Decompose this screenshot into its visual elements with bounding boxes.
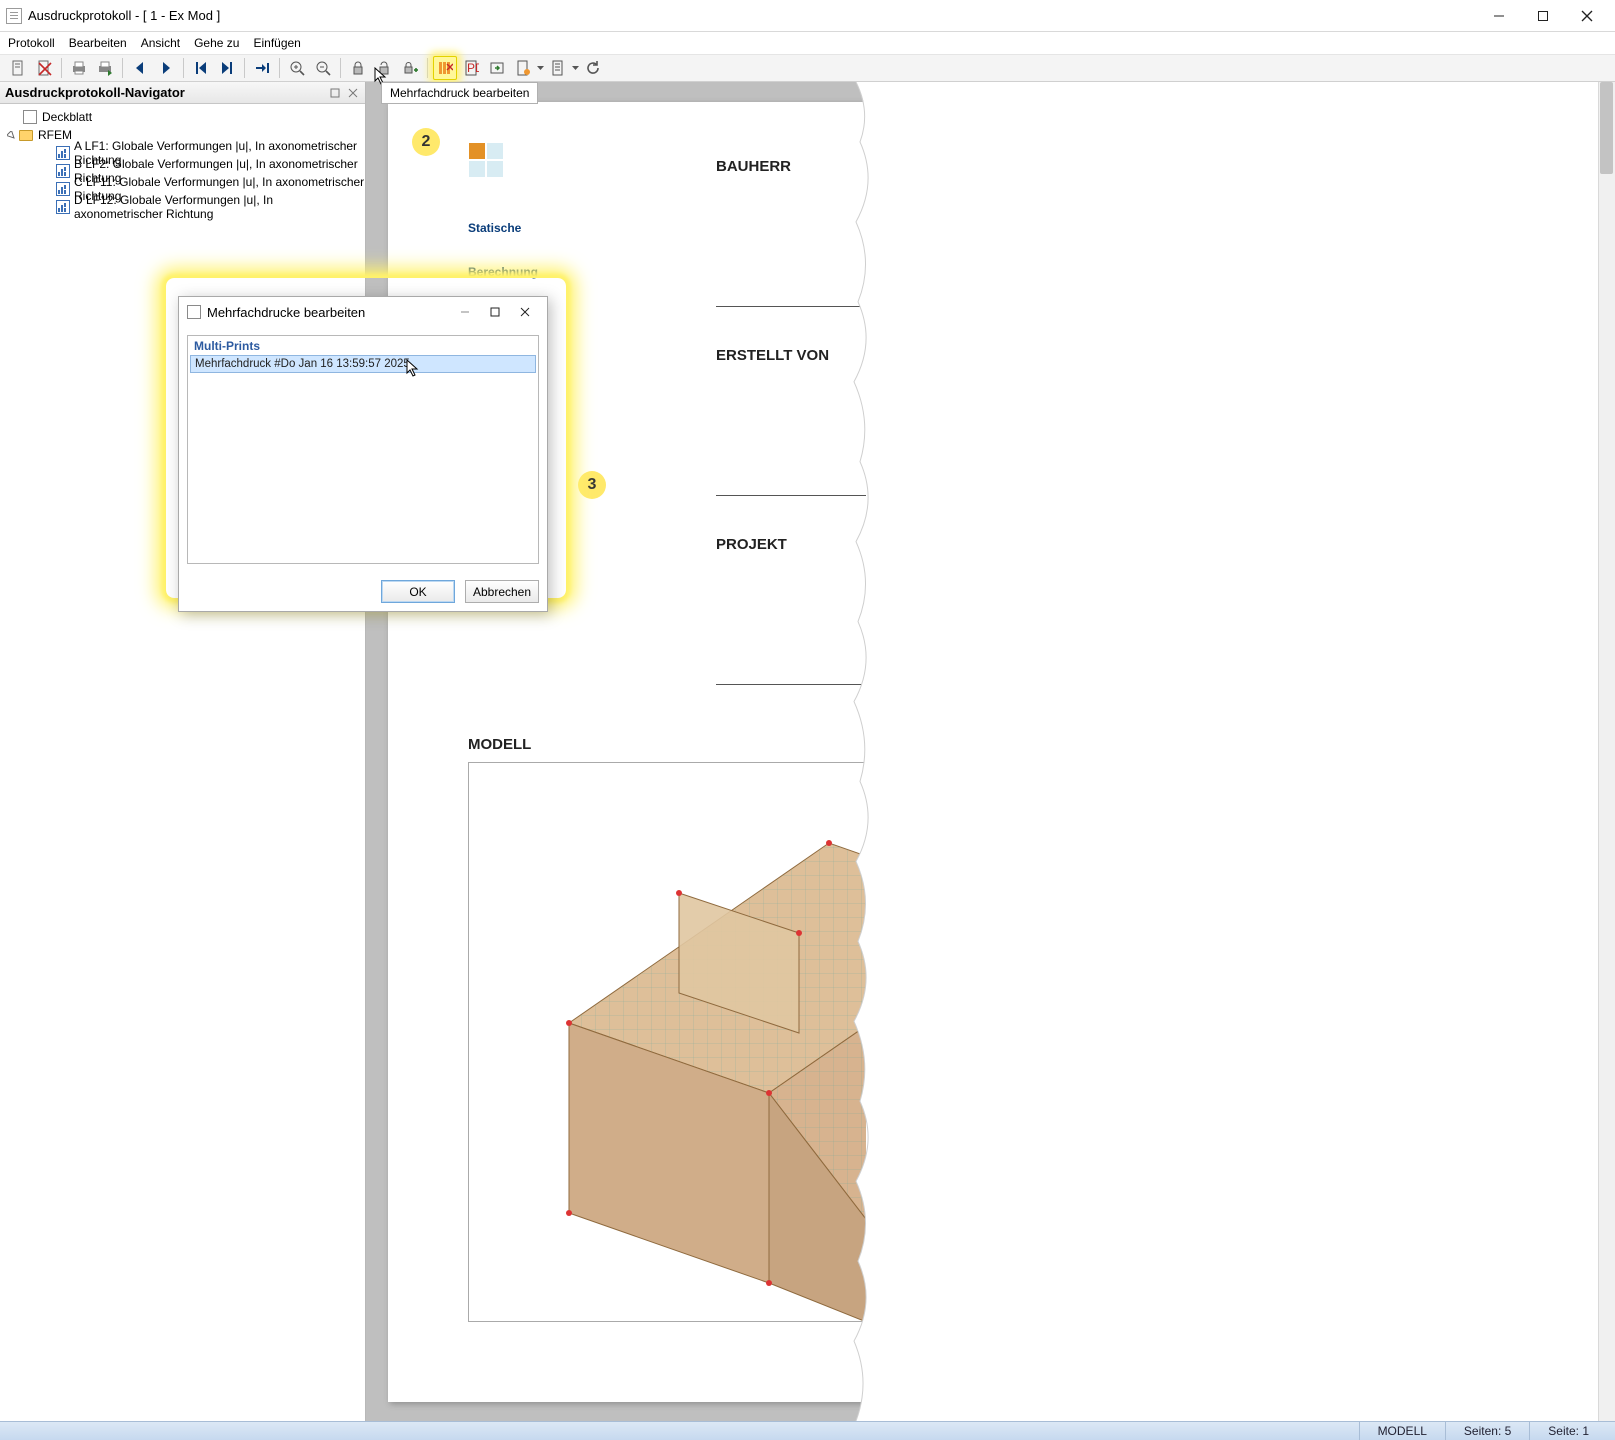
menubar: Protokoll Bearbeiten Ansicht Gehe zu Ein… [0, 32, 1615, 54]
toolbar-tooltip: Mehrfachdruck bearbeiten [381, 82, 538, 104]
delete-button[interactable] [32, 56, 56, 80]
print-direct-button[interactable] [93, 56, 117, 80]
nav-prev-button[interactable] [128, 56, 152, 80]
cancel-button[interactable]: Abbrechen [465, 580, 539, 603]
expand-icon[interactable] [6, 130, 16, 140]
vertical-scrollbar[interactable] [1598, 82, 1615, 1421]
status-seite: Seite: 1 [1529, 1422, 1607, 1440]
multiprint-list[interactable]: Multi-Prints Mehrfachdruck #Do Jan 16 13… [187, 335, 539, 564]
dialog-maximize-button[interactable] [481, 301, 509, 323]
label-modell: MODELL [468, 736, 531, 753]
window-title: Ausdruckprotokoll - [ 1 - Ex Mod ] [28, 8, 1477, 23]
list-section-header: Multi-Prints [188, 336, 538, 355]
cursor-icon [406, 359, 420, 377]
export-button[interactable] [485, 56, 509, 80]
lock-add-button[interactable] [398, 56, 422, 80]
zoom-in-button[interactable] [285, 56, 309, 80]
status-modell: MODELL [1359, 1422, 1445, 1440]
print-button[interactable] [67, 56, 91, 80]
new-button[interactable] [6, 56, 30, 80]
label-projekt: PROJEKT [716, 536, 787, 553]
multiprint-dialog: Mehrfachdrucke bearbeiten Multi-Prints M… [178, 296, 548, 612]
navigator-close-icon[interactable] [346, 86, 360, 100]
scrollbar-thumb[interactable] [1600, 82, 1613, 174]
callout-badge-3: 3 [578, 471, 606, 499]
torn-edge-mask [866, 82, 1598, 1421]
callout-badge-2: 2 [412, 128, 440, 156]
list-button[interactable] [546, 56, 570, 80]
template-button[interactable] [511, 56, 535, 80]
goto-button[interactable] [250, 56, 274, 80]
maximize-button[interactable] [1521, 1, 1565, 31]
zoom-out-button[interactable] [311, 56, 335, 80]
menu-bearbeiten[interactable]: Bearbeiten [69, 36, 127, 50]
nav-first-button[interactable] [189, 56, 213, 80]
list-dropdown[interactable] [572, 60, 579, 76]
dialog-close-button[interactable] [511, 301, 539, 323]
label-bauherr: BAUHERR [716, 158, 791, 175]
graph-icon [56, 199, 70, 215]
tree-node-deckblatt[interactable]: Deckblatt [0, 108, 365, 126]
list-item-selected[interactable]: Mehrfachdruck #Do Jan 16 13:59:57 2025 [190, 355, 536, 373]
tree-node-d[interactable]: D LF12: Globale Verformungen |u|, In axo… [0, 198, 365, 216]
dialog-title: Mehrfachdrucke bearbeiten [207, 305, 449, 320]
toolbar: PDF Mehrfachdruck bearbeiten [0, 54, 1615, 82]
close-button[interactable] [1565, 1, 1609, 31]
multiprint-edit-button[interactable] [433, 56, 457, 80]
graph-icon [56, 163, 70, 179]
graph-icon [56, 181, 70, 197]
status-bar: MODELL Seiten: 5 Seite: 1 [0, 1421, 1615, 1440]
menu-protokoll[interactable]: Protokoll [8, 36, 55, 50]
menu-gehezu[interactable]: Gehe zu [194, 36, 239, 50]
svg-text:PDF: PDF [467, 61, 479, 75]
navigator-pin-icon[interactable] [328, 86, 342, 100]
export-pdf-button[interactable]: PDF [459, 56, 483, 80]
dialog-minimize-button[interactable] [451, 301, 479, 323]
logo-icon [469, 143, 503, 177]
template-dropdown[interactable] [537, 60, 544, 76]
dialog-titlebar[interactable]: Mehrfachdrucke bearbeiten [179, 297, 547, 327]
minimize-button[interactable] [1477, 1, 1521, 31]
app-doc-icon [6, 8, 22, 24]
nav-last-button[interactable] [215, 56, 239, 80]
lock-button[interactable] [346, 56, 370, 80]
page-title: StatischeBerechnung [468, 197, 538, 285]
nav-next-button[interactable] [154, 56, 178, 80]
dialog-doc-icon [187, 305, 201, 319]
status-seiten: Seiten: 5 [1445, 1422, 1529, 1440]
navigator-panel: Ausdruckprotokoll-Navigator Deckblatt RF… [0, 82, 366, 1421]
menu-einfuegen[interactable]: Einfügen [253, 36, 300, 50]
folder-icon [18, 127, 34, 143]
navigator-title: Ausdruckprotokoll-Navigator [5, 85, 324, 100]
navigator-header: Ausdruckprotokoll-Navigator [0, 82, 365, 104]
ok-button[interactable]: OK [381, 580, 455, 603]
document-icon [22, 109, 38, 125]
titlebar: Ausdruckprotokoll - [ 1 - Ex Mod ] [0, 0, 1615, 32]
graph-icon [56, 145, 70, 161]
refresh-button[interactable] [581, 56, 605, 80]
label-erstellt: ERSTELLT VON [716, 347, 829, 364]
menu-ansicht[interactable]: Ansicht [141, 36, 180, 50]
